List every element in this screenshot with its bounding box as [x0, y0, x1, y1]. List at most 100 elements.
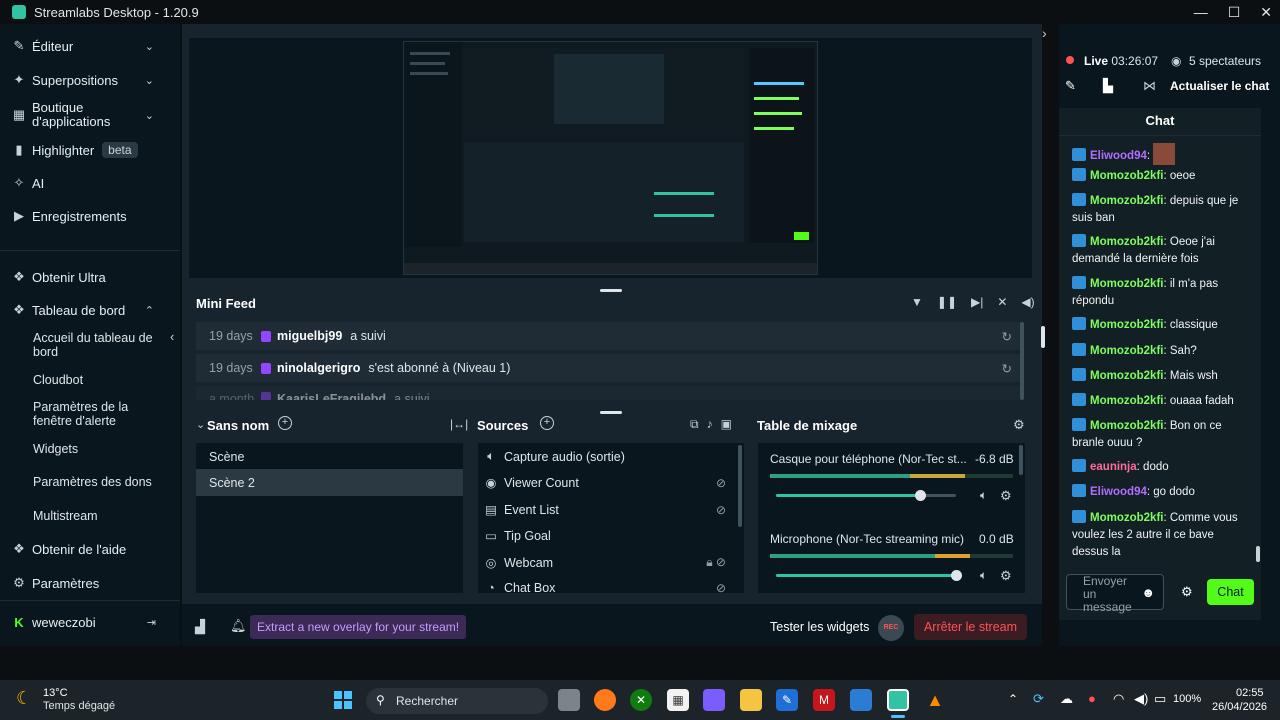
source-item[interactable]: ◎ Webcam 🔒︎ ⊘ — [478, 549, 740, 576]
speaker-tray-icon[interactable]: ◀) — [1134, 691, 1148, 707]
source-item[interactable]: ▭ Tip Goal — [478, 522, 740, 549]
logout-icon[interactable]: ⇥ — [147, 616, 156, 629]
promo-banner[interactable]: Extract a new overlay for your stream! — [250, 615, 467, 639]
chat-input[interactable]: Envoyer un message ☻ — [1066, 574, 1164, 614]
weather-text[interactable]: Temps dégagé — [43, 700, 115, 712]
folder-add-icon[interactable]: ▣ — [721, 417, 732, 432]
tray-expand-icon[interactable]: ⌃ — [1008, 692, 1018, 706]
channel-settings-icon[interactable]: ⚙ — [1000, 568, 1012, 584]
send-chat-button[interactable]: Chat — [1207, 579, 1254, 605]
taskbar-search[interactable]: ⚲ Rechercher — [366, 688, 548, 714]
vlc-icon[interactable]: ▲ — [924, 689, 946, 711]
streamlabs-taskbar-icon[interactable] — [887, 689, 909, 711]
task-view-icon[interactable] — [558, 689, 580, 711]
add-scene-icon[interactable]: + — [278, 416, 292, 430]
copilot-icon[interactable] — [703, 689, 725, 711]
microphone-icon[interactable]: ● — [1088, 691, 1096, 706]
clock-date[interactable]: 26/04/2026 — [1212, 701, 1267, 713]
skip-icon[interactable]: ▶| — [971, 295, 983, 309]
minifeed-scrollbar[interactable] — [1020, 322, 1024, 400]
volume-slider-knob[interactable] — [951, 570, 962, 581]
sidebar-user[interactable]: K weweczobi ⇥ — [0, 613, 180, 631]
sidebar-sub-donations[interactable]: Paramètres des dons — [33, 475, 168, 489]
xbox-icon[interactable]: ✕ — [630, 689, 652, 711]
sidebar-item-ultra[interactable]: ❖ Obtenir Ultra — [0, 268, 180, 286]
emoji-icon[interactable]: ☻ — [1141, 585, 1155, 600]
stream-info-icon[interactable]: ▙ — [1103, 78, 1113, 94]
scene-item[interactable]: Scène — [196, 443, 463, 470]
hidden-eye-icon[interactable]: ⊘ — [716, 503, 726, 517]
sidebar-sub-multistream[interactable]: Multistream — [33, 509, 168, 523]
hidden-eye-icon[interactable]: ⊘ — [716, 476, 726, 490]
sidebar-item-aide[interactable]: ❖ Obtenir de l'aide — [0, 540, 180, 558]
file-explorer-icon[interactable] — [740, 689, 762, 711]
edit-icon[interactable]: ✎ — [1065, 78, 1076, 94]
collapse-sidebar-icon[interactable]: ‹ — [170, 329, 174, 344]
replay-icon[interactable]: ↻ — [1002, 329, 1012, 344]
firefox-icon[interactable] — [594, 689, 616, 711]
store-icon[interactable]: ▦ — [667, 689, 689, 711]
source-item[interactable]: 🔈︎ Capture audio (sortie) — [478, 443, 740, 470]
mute-icon[interactable]: 🔈︎ — [980, 568, 987, 583]
sidebar-sub-accueil[interactable]: Accueil du tableau de bord — [33, 331, 168, 359]
volume-icon[interactable]: ◀) — [1021, 295, 1034, 309]
sidebar-item-tableau-de-bord[interactable]: ❖ Tableau de bord ⌃ — [0, 301, 180, 319]
hidden-eye-icon[interactable]: ⊘ — [716, 581, 726, 593]
share-icon[interactable]: ⋈ — [1143, 78, 1156, 94]
sidebar-item-enregistrements[interactable]: ▶ Enregistrements — [0, 207, 180, 225]
outlook-icon[interactable] — [850, 689, 872, 711]
maximize-button[interactable]: ☐ — [1228, 4, 1241, 21]
battery-icon[interactable]: ▭ — [1154, 691, 1166, 707]
add-source-icon[interactable]: + — [540, 416, 554, 430]
sidebar-sub-cloudbot[interactable]: Cloudbot — [33, 373, 168, 387]
audio-filter-icon[interactable]: ♪ — [707, 417, 713, 432]
scene-item-selected[interactable]: Scène 2 — [196, 469, 463, 496]
sidebar-sub-alert-settings[interactable]: Paramètres de la fenêtre d'alerte — [33, 400, 168, 428]
close-button[interactable]: ✕ — [1260, 4, 1272, 21]
vertical-resize-handle[interactable] — [1041, 326, 1045, 348]
chat-scrollbar[interactable] — [1256, 546, 1260, 562]
chat-settings-icon[interactable]: ⚙ — [1181, 584, 1193, 600]
stop-stream-button[interactable]: Arrêter le stream — [914, 614, 1027, 640]
transition-icon[interactable]: |↔| — [450, 417, 468, 431]
pen-app-icon[interactable]: ✎ — [776, 689, 798, 711]
clock-time[interactable]: 02:55 — [1236, 687, 1264, 699]
sidebar-item-editeur[interactable]: ✎ Éditeur ⌄ — [0, 37, 180, 55]
windows-start-icon[interactable] — [332, 689, 354, 711]
sidebar-item-boutique[interactable]: ▦ Boutique d'applications ⌄ — [0, 100, 180, 130]
resize-handle[interactable] — [600, 411, 622, 414]
cloud-icon[interactable]: ☁ — [1060, 691, 1073, 707]
source-item[interactable]: ◉ Viewer Count ⊘ — [478, 469, 740, 496]
source-item[interactable]: ◔ Chat Box ⊘ — [478, 576, 740, 593]
mcafee-icon[interactable]: M — [813, 689, 835, 711]
wifi-icon[interactable]: ◠ — [1113, 691, 1124, 707]
sidebar-item-superpositions[interactable]: ✦ Superpositions ⌄ — [0, 71, 180, 89]
resize-handle[interactable] — [600, 289, 622, 292]
sidebar-item-ai[interactable]: ✧ AI — [0, 174, 180, 192]
stream-preview[interactable] — [403, 41, 818, 275]
replay-icon[interactable]: ↻ — [1002, 361, 1012, 376]
refresh-chat-button[interactable]: Actualiser le chat — [1170, 79, 1269, 93]
weather-temp[interactable]: 13°C — [43, 687, 68, 699]
sidebar-sub-widgets[interactable]: Widgets — [33, 442, 168, 456]
mixer-scrollbar[interactable] — [1019, 445, 1023, 475]
copy-icon[interactable]: ⧉ — [690, 417, 699, 432]
filter-icon[interactable]: ▼ — [911, 295, 923, 309]
stats-icon[interactable]: ▟ — [195, 619, 205, 635]
sidebar-item-parametres[interactable]: ⚙ Paramètres — [0, 574, 180, 592]
channel-settings-icon[interactable]: ⚙ — [1000, 488, 1012, 504]
expand-right-icon[interactable]: › — [1042, 25, 1047, 41]
test-widgets-button[interactable]: Tester les widgets — [770, 620, 869, 634]
collapse-icon[interactable]: ⌄ — [196, 418, 205, 431]
mute-alerts-icon[interactable]: ✕ — [997, 295, 1007, 309]
source-item[interactable]: ▤ Event List ⊘ — [478, 496, 740, 523]
sidebar-item-highlighter[interactable]: ▮ Highlighter beta — [0, 140, 180, 160]
mixer-settings-icon[interactable]: ⚙ — [1013, 417, 1025, 433]
record-button[interactable]: REC — [878, 615, 904, 641]
minimize-button[interactable]: — — [1194, 4, 1208, 20]
notification-icon[interactable]: 🔔︎ — [230, 618, 247, 634]
sync-icon[interactable]: ⟳ — [1033, 691, 1044, 707]
lock-hidden-icon[interactable]: 🔒︎ ⊘ — [706, 555, 726, 570]
pause-icon[interactable]: ❚❚ — [937, 295, 957, 309]
volume-slider-knob[interactable] — [915, 490, 926, 501]
